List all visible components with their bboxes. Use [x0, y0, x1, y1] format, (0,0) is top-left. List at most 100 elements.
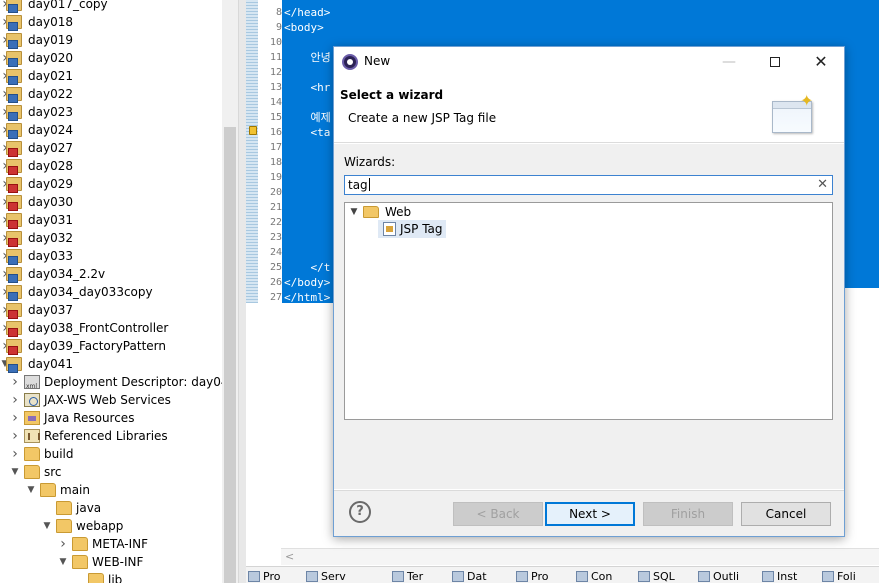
collapsed-arrow-icon[interactable]: › — [10, 409, 20, 427]
explorer-item[interactable]: › day034_day033copy — [0, 283, 222, 301]
collapsed-arrow-icon[interactable]: › — [10, 391, 20, 409]
warning-icon[interactable] — [249, 126, 257, 135]
explorer-item[interactable]: ▼ main — [0, 481, 222, 499]
expanded-arrow-icon[interactable]: ▼ — [58, 553, 68, 571]
expanded-arrow-icon[interactable]: ▼ — [10, 463, 20, 481]
explorer-item[interactable]: ▼ WEB-INF — [0, 553, 222, 571]
explorer-item[interactable]: › day019 — [0, 31, 222, 49]
explorer-item-label: day031 — [28, 213, 73, 227]
explorer-item[interactable]: › day020 — [0, 49, 222, 67]
bottom-view-tab-label: Foli — [837, 570, 856, 583]
next-button[interactable]: Next > — [545, 502, 635, 526]
wizard-filter-input[interactable]: tag ✕ — [344, 175, 833, 195]
project-icon — [6, 357, 22, 373]
maximize-button[interactable] — [752, 47, 798, 77]
bottom-view-tab[interactable]: Inst — [762, 569, 797, 583]
folder-icon — [72, 555, 88, 569]
dialog-titlebar[interactable]: New — ✕ — [334, 47, 844, 77]
tree-item-jsp-tag[interactable]: JSP Tag — [400, 220, 443, 238]
explorer-item-label: src — [44, 465, 62, 479]
explorer-item[interactable]: › day030 — [0, 193, 222, 211]
explorer-item[interactable]: › day028 — [0, 157, 222, 175]
explorer-item[interactable]: › day017_copy — [0, 0, 222, 13]
folder-icon — [24, 465, 40, 479]
line-number: 20 — [269, 187, 282, 198]
expanded-arrow-icon[interactable]: ▼ — [42, 517, 52, 535]
explorer-item[interactable]: › Referenced Libraries — [0, 427, 222, 445]
explorer-item[interactable]: ▼ webapp — [0, 517, 222, 535]
explorer-item[interactable]: › day029 — [0, 175, 222, 193]
bottom-view-tab[interactable]: Dat — [452, 569, 487, 583]
expand-arrow-icon[interactable]: ▼ — [349, 203, 359, 221]
project-icon — [6, 0, 22, 13]
explorer-item[interactable]: › day022 — [0, 85, 222, 103]
cancel-button[interactable]: Cancel — [741, 502, 831, 526]
explorer-item[interactable]: › day037 — [0, 301, 222, 319]
project-icon — [6, 105, 22, 121]
close-button[interactable]: ✕ — [798, 47, 844, 77]
explorer-item[interactable]: › day039_FactoryPattern — [0, 337, 222, 355]
explorer-item[interactable]: ▼ day041 — [0, 355, 222, 373]
bottom-view-tab[interactable]: Serv — [306, 569, 346, 583]
scroll-left-icon[interactable]: < — [285, 550, 294, 563]
bottom-view-tab-label: Outli — [713, 570, 740, 583]
bottom-view-tab[interactable]: Pro — [516, 569, 548, 583]
line-number: 21 — [269, 202, 282, 213]
back-button[interactable]: < Back — [453, 502, 543, 526]
explorer-item-label: day022 — [28, 87, 73, 101]
bottom-view-tab[interactable]: Ter — [392, 569, 423, 583]
line-number: 23 — [269, 232, 282, 243]
bottom-view-tab[interactable]: SQL — [638, 569, 675, 583]
project-error-icon — [6, 195, 22, 211]
explorer-item[interactable]: › build — [0, 445, 222, 463]
explorer-item[interactable]: › day032 — [0, 229, 222, 247]
explorer-item[interactable]: › day033 — [0, 247, 222, 265]
explorer-scrollbar[interactable] — [222, 0, 238, 583]
explorer-item[interactable]: › day031 — [0, 211, 222, 229]
explorer-item-label: day021 — [28, 69, 73, 83]
explorer-item[interactable]: › JAX-WS Web Services — [0, 391, 222, 409]
explorer-item[interactable]: java — [0, 499, 222, 517]
explorer-item[interactable]: ▼ src — [0, 463, 222, 481]
explorer-scrollbar-thumb[interactable] — [224, 127, 236, 583]
line-number: 19 — [269, 172, 282, 183]
collapsed-arrow-icon[interactable]: › — [10, 427, 20, 445]
collapsed-arrow-icon[interactable]: › — [10, 445, 20, 463]
collapsed-arrow-icon[interactable]: › — [58, 535, 68, 553]
help-button[interactable]: ? — [349, 501, 371, 523]
bottom-view-tab[interactable]: Pro — [248, 569, 280, 583]
explorer-item[interactable]: › day024 — [0, 121, 222, 139]
explorer-item[interactable]: › day034_2.2v — [0, 265, 222, 283]
collapsed-arrow-icon[interactable]: › — [10, 373, 20, 391]
explorer-item[interactable]: › Java Resources — [0, 409, 222, 427]
explorer-item[interactable]: › day027 — [0, 139, 222, 157]
explorer-item[interactable]: lib — [0, 571, 222, 583]
explorer-item-label: WEB-INF — [92, 555, 144, 569]
bottom-view-tab[interactable]: Outli — [698, 569, 739, 583]
filter-text: tag — [348, 178, 368, 192]
project-icon — [6, 267, 22, 283]
explorer-item[interactable]: › META-INF — [0, 535, 222, 553]
project-error-icon — [6, 321, 22, 337]
expanded-arrow-icon[interactable]: ▼ — [26, 481, 36, 499]
project-error-icon — [6, 339, 22, 355]
explorer-item[interactable]: › day038_FrontController — [0, 319, 222, 337]
explorer-item[interactable]: › day023 — [0, 103, 222, 121]
dialog-title: New — [364, 54, 391, 68]
explorer-item[interactable]: › Deployment Descriptor: day041 — [0, 373, 236, 396]
wizard-tree[interactable]: ▼ Web JSP Tag — [344, 202, 833, 420]
clear-filter-icon[interactable]: ✕ — [817, 177, 828, 193]
folder-icon — [56, 519, 72, 533]
finish-button[interactable]: Finish — [643, 502, 733, 526]
view-splitter[interactable] — [238, 0, 246, 583]
explorer-item-label: day032 — [28, 231, 73, 245]
minimize-button[interactable]: — — [706, 47, 752, 77]
line-number: 10 — [269, 37, 282, 48]
explorer-item-label: Referenced Libraries — [44, 429, 168, 443]
explorer-item[interactable]: › day018 — [0, 13, 222, 31]
editor-horizontal-scrollbar[interactable]: < — [281, 548, 879, 565]
bottom-view-tab[interactable]: Foli — [822, 569, 856, 583]
explorer-item[interactable]: › day021 — [0, 67, 222, 85]
project-error-icon — [6, 141, 22, 157]
bottom-view-tab[interactable]: Con — [576, 569, 612, 583]
